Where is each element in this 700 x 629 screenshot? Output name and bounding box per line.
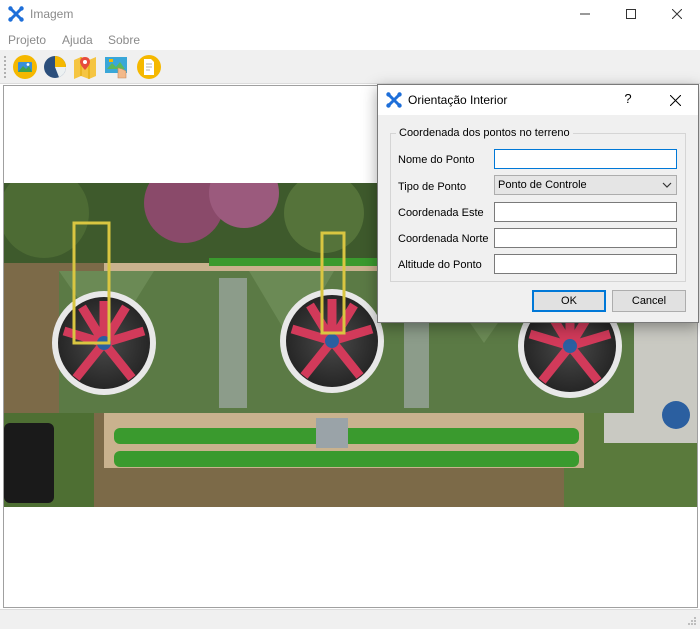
minimize-button[interactable] xyxy=(562,0,608,28)
map-pin-icon[interactable] xyxy=(72,54,98,80)
point-type-select[interactable]: Ponto de Controle xyxy=(494,175,677,195)
help-button[interactable]: ? xyxy=(618,91,638,109)
dialog-close-button[interactable] xyxy=(660,89,690,111)
app-logo-icon xyxy=(386,92,402,108)
app-logo-icon xyxy=(8,6,24,22)
point-name-label: Nome do Ponto xyxy=(398,154,475,166)
menu-projeto[interactable]: Projeto xyxy=(8,33,46,47)
group-label: Coordenada dos pontos no terreno xyxy=(396,127,573,139)
altitude-input[interactable] xyxy=(494,254,677,274)
cancel-button[interactable]: Cancel xyxy=(612,290,686,312)
point-type-value: Ponto de Controle xyxy=(498,179,587,191)
document-icon[interactable] xyxy=(136,54,162,80)
menu-ajuda[interactable]: Ajuda xyxy=(62,33,93,47)
dialog-title: Orientação Interior xyxy=(408,93,508,107)
chevron-down-icon xyxy=(662,182,672,188)
status-bar xyxy=(0,609,700,629)
point-type-label: Tipo de Ponto xyxy=(398,181,467,193)
window-title: Imagem xyxy=(30,7,74,21)
menu-bar: Projeto Ajuda Sobre xyxy=(0,30,700,50)
east-coordinate-input[interactable] xyxy=(494,202,677,222)
ok-button[interactable]: OK xyxy=(532,290,606,312)
north-coordinate-input[interactable] xyxy=(494,228,677,248)
maximize-icon xyxy=(626,9,636,19)
pie-chart-icon[interactable] xyxy=(42,54,68,80)
point-name-input[interactable] xyxy=(494,149,677,169)
toolbar-grip[interactable] xyxy=(4,56,7,78)
minimize-icon xyxy=(580,13,590,15)
dialog-titlebar[interactable]: Orientação Interior ? xyxy=(378,85,698,115)
toolbar xyxy=(0,50,700,84)
close-icon xyxy=(669,94,681,106)
menu-sobre[interactable]: Sobre xyxy=(108,33,140,47)
altitude-label: Altitude do Ponto xyxy=(398,259,482,271)
image-icon[interactable] xyxy=(12,54,38,80)
close-icon xyxy=(672,9,682,19)
map-hand-icon[interactable] xyxy=(104,54,130,80)
maximize-button[interactable] xyxy=(608,0,654,28)
east-coordinate-label: Coordenada Este xyxy=(398,207,484,219)
resize-grip-icon[interactable] xyxy=(687,616,697,626)
interior-orientation-dialog: Orientação Interior ? Coordenada dos pon… xyxy=(377,84,699,323)
window-titlebar[interactable]: Imagem xyxy=(0,0,700,28)
close-button[interactable] xyxy=(654,0,700,28)
north-coordinate-label: Coordenada Norte xyxy=(398,233,489,245)
